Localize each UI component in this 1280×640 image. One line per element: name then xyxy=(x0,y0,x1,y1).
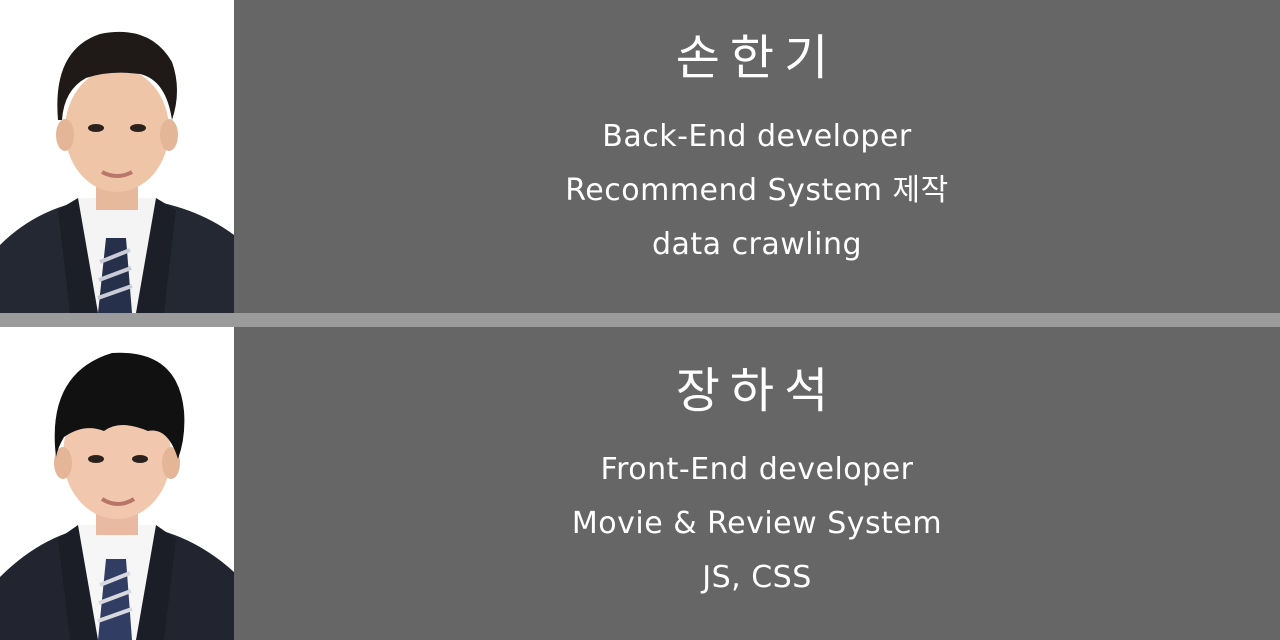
member-detail: data crawling xyxy=(651,227,863,262)
member-info: 손한기 Back-End developer Recommend System … xyxy=(234,0,1280,313)
member-role: Front-End developer xyxy=(600,452,914,487)
member-info: 장하석 Front-End developer Movie & Review S… xyxy=(234,327,1280,640)
profile-photo xyxy=(0,327,234,640)
member-detail: JS, CSS xyxy=(702,560,812,595)
member-detail: Recommend System 제작 xyxy=(565,173,949,208)
member-card: 손한기 Back-End developer Recommend System … xyxy=(0,0,1280,313)
member-detail: Movie & Review System xyxy=(571,506,943,541)
member-name: 장하석 xyxy=(675,363,839,419)
member-name: 손한기 xyxy=(675,30,839,86)
member-role: Back-End developer xyxy=(602,119,912,154)
member-card: 장하석 Front-End developer Movie & Review S… xyxy=(0,327,1280,640)
profile-photo xyxy=(0,0,234,313)
